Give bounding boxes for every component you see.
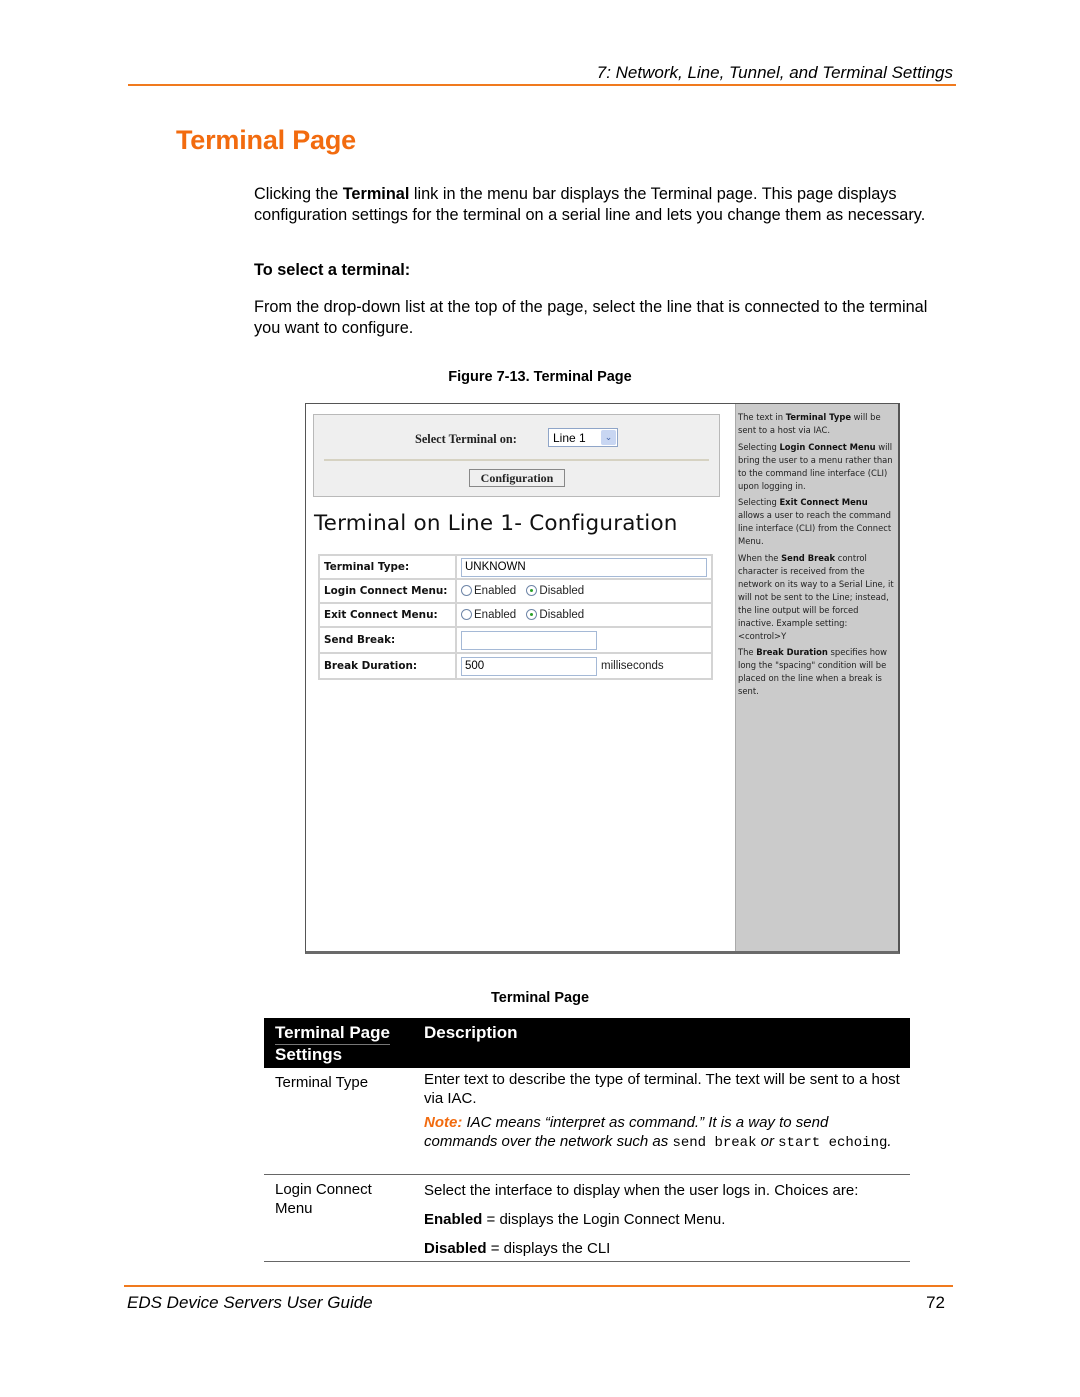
exit-connect-menu-label: Exit Connect Menu: xyxy=(318,602,457,628)
form-row-exit-connect-menu: Exit Connect Menu: Enabled Disabled xyxy=(318,602,713,628)
form-row-send-break: Send Break: xyxy=(318,626,713,654)
help-send-break: When the Send Break control character is… xyxy=(738,552,895,642)
select-terminal-label: Select Terminal on: xyxy=(415,432,517,446)
help-terminal-type: The text in Terminal Type will be sent t… xyxy=(738,411,895,437)
procedure-text: From the drop-down list at the top of th… xyxy=(254,298,928,337)
line-select-dropdown[interactable]: Line 1 ⌄ xyxy=(548,428,618,447)
choice-bold: Enabled xyxy=(424,1211,483,1228)
choice-text: = displays the CLI xyxy=(486,1240,611,1257)
footer-title: EDS Device Servers User Guide xyxy=(127,1293,373,1312)
form-row-break-duration: Break Duration: 500 milliseconds xyxy=(318,652,713,680)
footer-rule xyxy=(124,1285,953,1287)
exit-disabled-label[interactable]: Disabled xyxy=(539,609,584,621)
note-text: or xyxy=(756,1133,779,1150)
help-bold: Send Break xyxy=(781,553,836,564)
terminal-type-label: Terminal Type: xyxy=(318,554,457,580)
help-text: Selecting xyxy=(738,441,780,452)
help-break-duration: The Break Duration specifies how long th… xyxy=(738,646,895,698)
break-duration-input[interactable]: 500 xyxy=(461,656,597,676)
help-panel: The text in Terminal Type will be sent t… xyxy=(735,404,898,951)
help-login-connect-menu: Selecting Login Connect Menu will bring … xyxy=(738,441,895,493)
help-text: The text in xyxy=(738,412,786,422)
form-row-login-connect-menu: Login Connect Menu: Enabled Disabled xyxy=(318,578,713,604)
help-bold: Terminal Type xyxy=(785,412,851,422)
exit-enabled-label[interactable]: Enabled xyxy=(474,609,516,621)
intro-paragraph: Clicking the Terminal link in the menu b… xyxy=(254,184,954,225)
table-row: Login Connect Menu Select the interface … xyxy=(264,1175,910,1262)
note-code: send break xyxy=(672,1135,757,1151)
screenshot-main-panel: Select Terminal on: Line 1 ⌄ Configurati… xyxy=(306,404,735,951)
help-bold: Login Connect Menu xyxy=(779,441,876,452)
help-bold: Break Duration xyxy=(756,647,828,658)
row-description: Select the interface to display when the… xyxy=(424,1175,910,1258)
note-text: . xyxy=(887,1133,892,1150)
chevron-down-icon[interactable]: ⌄ xyxy=(601,430,616,445)
help-text: The xyxy=(738,647,757,658)
description-text: Enter text to describe the type of termi… xyxy=(424,1071,900,1107)
row-setting-name: Login Connect Menu xyxy=(275,1181,372,1217)
select-divider xyxy=(324,459,709,461)
procedure-heading: To select a terminal: xyxy=(254,261,411,279)
help-exit-connect-menu: Selecting Exit Connect Menu allows a use… xyxy=(738,496,895,548)
choice-disabled: Disabled = displays the CLI xyxy=(424,1239,900,1258)
login-enabled-label[interactable]: Enabled xyxy=(474,585,516,597)
note-code: start echoing xyxy=(778,1135,888,1151)
figure-caption: Figure 7-13. Terminal Page xyxy=(448,369,632,385)
exit-disabled-radio[interactable] xyxy=(526,609,538,621)
settings-table-header: Terminal Page Settings Description xyxy=(264,1018,910,1068)
help-text: When the xyxy=(738,553,782,564)
row-setting-name: Terminal Type xyxy=(275,1074,369,1091)
description-text: Select the interface to display when the… xyxy=(424,1182,859,1199)
break-duration-unit: milliseconds xyxy=(601,660,664,673)
header-settings-line2: Settings xyxy=(275,1045,343,1064)
table-row: Terminal Type Enter text to describe the… xyxy=(264,1068,910,1175)
header-settings-line1: Terminal Page xyxy=(275,1023,390,1045)
terminal-select-panel: Select Terminal on: Line 1 ⌄ Configurati… xyxy=(313,414,720,497)
choice-enabled: Enabled = displays the Login Connect Men… xyxy=(424,1210,900,1229)
choice-text: = displays the Login Connect Menu. xyxy=(482,1211,726,1228)
login-disabled-radio[interactable] xyxy=(526,585,538,597)
terminal-page-screenshot: Select Terminal on: Line 1 ⌄ Configurati… xyxy=(305,403,900,954)
running-head: 7: Network, Line, Tunnel, and Terminal S… xyxy=(596,63,953,82)
send-break-label: Send Break: xyxy=(318,626,457,654)
line-select-value: Line 1 xyxy=(553,431,586,445)
help-text: allows a user to reach the command line … xyxy=(738,510,892,547)
note-label: Note: xyxy=(424,1114,463,1131)
send-break-input[interactable] xyxy=(461,630,597,650)
header-settings-col: Terminal Page Settings xyxy=(275,1023,390,1065)
page-number: 72 xyxy=(926,1293,945,1312)
login-disabled-label[interactable]: Disabled xyxy=(539,585,584,597)
table-caption: Terminal Page xyxy=(490,990,590,1006)
settings-table: Terminal Page Settings Description Termi… xyxy=(264,1018,910,1262)
login-enabled-radio[interactable] xyxy=(461,585,472,597)
intro-bold: Terminal xyxy=(342,185,410,203)
config-form-table: Terminal Type: UNKNOWN Login Connect Men… xyxy=(318,554,713,680)
configuration-button[interactable]: Configuration xyxy=(469,469,565,487)
terminal-type-input[interactable]: UNKNOWN xyxy=(461,557,707,577)
choice-bold: Disabled xyxy=(424,1240,487,1257)
page-title: Terminal Page xyxy=(176,125,356,155)
header-description-col: Description xyxy=(424,1023,518,1042)
note: Note: IAC means “interpret as command.” … xyxy=(424,1113,900,1153)
help-text: control character is received from the n… xyxy=(738,553,894,641)
form-row-terminal-type: Terminal Type: UNKNOWN xyxy=(318,554,713,580)
help-text: Selecting xyxy=(738,497,780,508)
config-title: Terminal on Line 1- Configuration xyxy=(314,511,678,536)
help-bold: Exit Connect Menu xyxy=(779,497,868,508)
break-duration-label: Break Duration: xyxy=(318,652,457,680)
intro-text: Clicking the xyxy=(254,185,343,203)
row-description: Enter text to describe the type of termi… xyxy=(424,1068,910,1153)
login-connect-menu-label: Login Connect Menu: xyxy=(318,578,457,604)
header-rule xyxy=(128,84,956,86)
exit-enabled-radio[interactable] xyxy=(461,609,472,621)
